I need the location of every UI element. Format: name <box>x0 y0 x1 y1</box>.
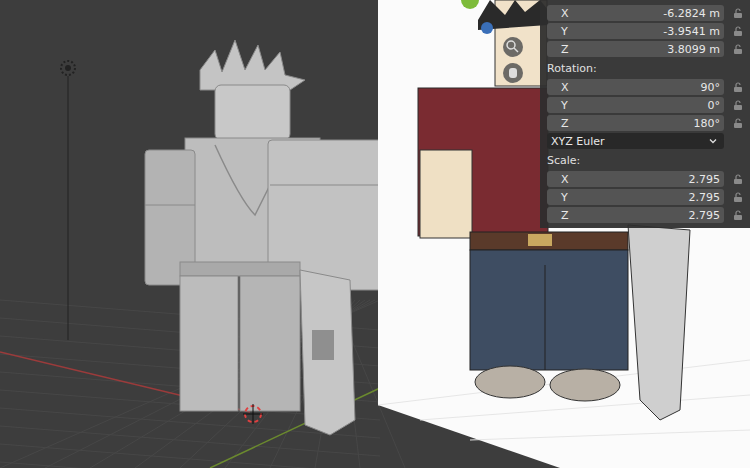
number-field[interactable]: Z3.8099 m <box>547 41 724 57</box>
lock-icon[interactable] <box>732 81 744 93</box>
hand-icon[interactable] <box>503 63 523 83</box>
character-model[interactable] <box>145 40 388 435</box>
blender-window: X-6.2824 m Y-3.9541 m Z3.8099 m Rotation: X9… <box>0 0 750 468</box>
number-field[interactable]: Z2.795 <box>547 207 724 223</box>
viewport-background <box>0 0 750 468</box>
navigation-gizmo[interactable] <box>461 0 523 83</box>
rotation-mode-dropdown[interactable]: XYZ Euler <box>547 133 724 149</box>
transform-section: X-6.2824 m Y-3.9541 m Z3.8099 m <box>547 5 744 57</box>
number-field[interactable]: Y0° <box>547 97 724 113</box>
field-row: Y2.795 <box>547 189 744 205</box>
field-row: Y-3.9541 m <box>547 23 744 39</box>
reference-image[interactable] <box>378 0 750 468</box>
lock-icon[interactable] <box>732 43 744 55</box>
field-row: Y0° <box>547 97 744 113</box>
light-icon[interactable] <box>61 61 75 340</box>
number-field[interactable]: X-6.2824 m <box>547 5 724 21</box>
lock-icon[interactable] <box>732 117 744 129</box>
number-field[interactable]: Y2.795 <box>547 189 724 205</box>
3d-cursor-icon[interactable] <box>243 404 263 424</box>
lock-icon[interactable] <box>732 209 744 221</box>
lock-icon[interactable] <box>732 99 744 111</box>
mode-row: XYZ Euler <box>547 133 744 149</box>
transform-panel: X-6.2824 m Y-3.9541 m Z3.8099 m Rotation: X9… <box>540 0 750 228</box>
lock-icon[interactable] <box>732 25 744 37</box>
field-row: X-6.2824 m <box>547 5 744 21</box>
lock-icon[interactable] <box>732 191 744 203</box>
section-heading: Rotation: <box>547 59 744 77</box>
number-field[interactable]: Z180° <box>547 115 724 131</box>
y-axis-gizmo-icon[interactable] <box>461 0 479 9</box>
lock-icon[interactable] <box>732 173 744 185</box>
field-row: Z2.795 <box>547 207 744 223</box>
transform-section: Scale: X2.795 Y2.795 Z2.795 <box>547 151 744 223</box>
field-row: Z180° <box>547 115 744 131</box>
chevron-down-icon <box>708 136 718 146</box>
field-row: Z3.8099 m <box>547 41 744 57</box>
field-row: X2.795 <box>547 171 744 187</box>
number-field[interactable]: X2.795 <box>547 171 724 187</box>
z-axis-gizmo-icon[interactable] <box>481 22 493 34</box>
section-heading: Scale: <box>547 151 744 169</box>
field-row: X90° <box>547 79 744 95</box>
number-field[interactable]: X90° <box>547 79 724 95</box>
zoom-icon[interactable] <box>503 37 523 57</box>
number-field[interactable]: Y-3.9541 m <box>547 23 724 39</box>
lock-icon[interactable] <box>732 7 744 19</box>
transform-section: Rotation: X90° Y0° Z180° XYZ Euler <box>547 59 744 149</box>
